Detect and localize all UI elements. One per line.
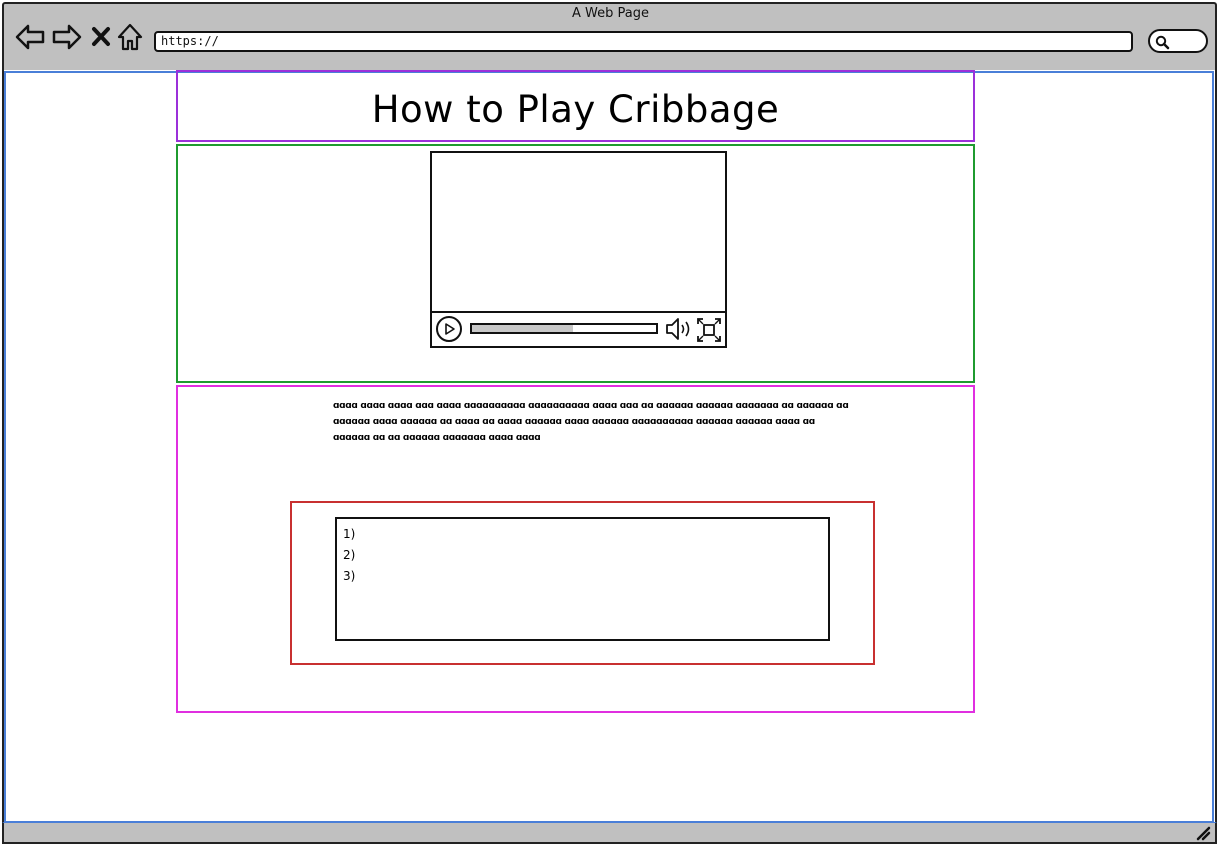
list-item: 3) bbox=[343, 569, 356, 583]
volume-icon[interactable] bbox=[664, 316, 694, 342]
back-arrow-icon[interactable] bbox=[14, 22, 46, 52]
search-box[interactable] bbox=[1148, 29, 1208, 53]
page-title: How to Play Cribbage bbox=[371, 88, 780, 131]
home-icon[interactable] bbox=[117, 22, 143, 52]
play-icon bbox=[445, 323, 455, 335]
body-paragraph: ɑɑɑɑ ɑɑɑɑ ɑɑɑɑ ɑɑɑ ɑɑɑɑ ɑɑɑɑɑɑɑɑɑɑ ɑɑɑɑɑ… bbox=[333, 401, 849, 443]
search-icon bbox=[1155, 35, 1170, 50]
fullscreen-icon[interactable] bbox=[696, 317, 722, 343]
forward-arrow-icon[interactable] bbox=[51, 22, 83, 52]
resize-grip-icon[interactable] bbox=[1195, 825, 1211, 841]
list-item: 2) bbox=[343, 548, 356, 562]
video-progress-fill bbox=[472, 325, 573, 332]
close-icon[interactable] bbox=[91, 22, 111, 52]
numbered-list: 1) 2) 3) bbox=[335, 517, 830, 641]
status-bar bbox=[2, 822, 1217, 844]
list-item: 1) bbox=[343, 527, 356, 541]
play-button[interactable] bbox=[436, 316, 462, 342]
url-input[interactable]: https:// bbox=[154, 31, 1133, 52]
window-title: A Web Page bbox=[572, 6, 649, 21]
